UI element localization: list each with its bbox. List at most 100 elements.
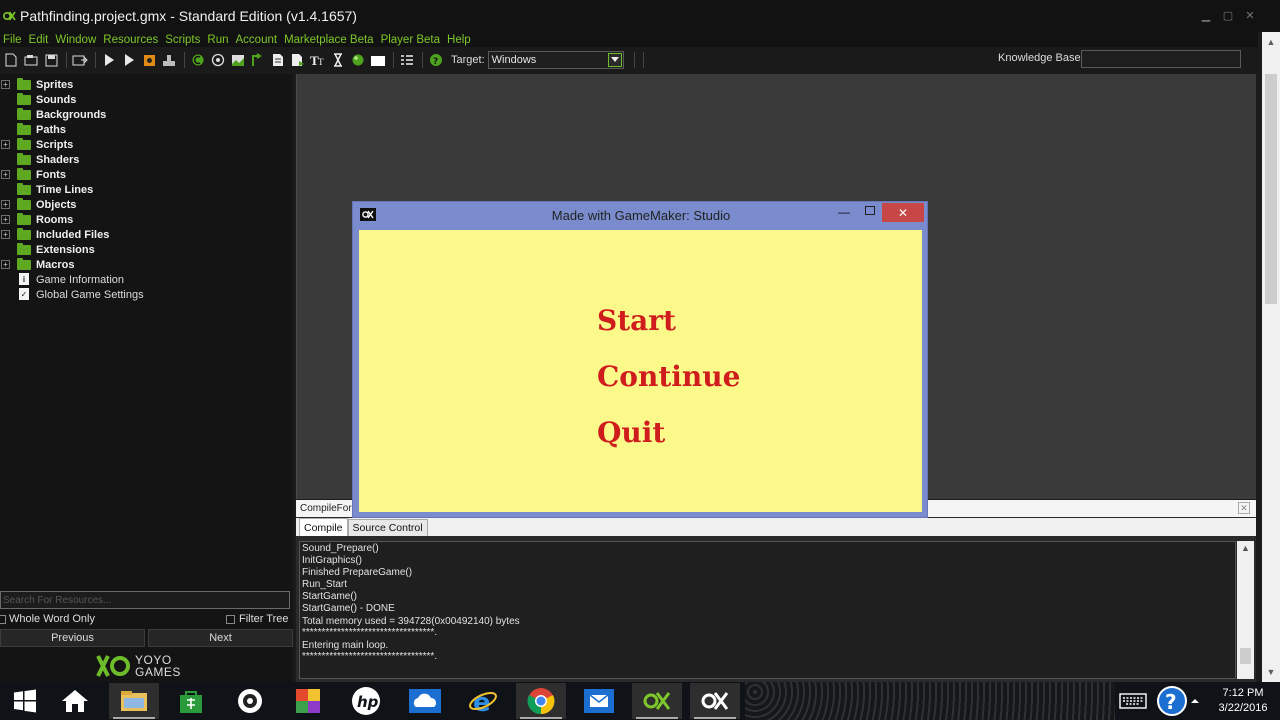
menu-account[interactable]: Account	[236, 34, 278, 46]
scroll-thumb[interactable]	[1240, 648, 1251, 664]
menu-file[interactable]: File	[3, 34, 22, 46]
expand-icon[interactable]: +	[1, 140, 10, 149]
show-hidden-icons[interactable]	[1186, 683, 1204, 719]
tab-compile[interactable]: Compile	[299, 518, 348, 536]
taskbar-onedrive[interactable]	[400, 683, 450, 719]
save-project-icon[interactable]	[42, 51, 60, 69]
create-font-icon[interactable]: TT	[309, 51, 327, 69]
maximize-icon[interactable]	[865, 206, 875, 215]
log-line: StartGame() - DONE	[302, 603, 395, 615]
toolbar-separator	[66, 52, 67, 68]
expand-icon[interactable]: +	[1, 230, 10, 239]
taskbar-chrome[interactable]	[516, 683, 566, 719]
create-room-icon[interactable]	[369, 51, 387, 69]
main-vertical-scrollbar[interactable]: ▲ ▼	[1262, 32, 1280, 682]
create-path-icon[interactable]	[249, 51, 267, 69]
run-icon[interactable]	[100, 51, 118, 69]
store-icon	[180, 691, 202, 713]
taskbar-photos[interactable]	[283, 683, 333, 719]
folder-icon	[17, 153, 31, 165]
compile-panel-title: CompileFor	[300, 503, 352, 514]
taskbar-internet-explorer[interactable]: e	[458, 683, 508, 719]
new-project-icon[interactable]	[2, 51, 20, 69]
game-canvas[interactable]: Start Continue Quit	[359, 230, 922, 512]
menu-marketplace-beta[interactable]: Marketplace Beta	[284, 34, 374, 46]
checkbox-icon[interactable]	[0, 614, 6, 624]
compile-log-scrollbar[interactable]: ▲	[1237, 541, 1254, 679]
scroll-down-icon[interactable]: ▼	[1262, 664, 1280, 680]
expand-icon[interactable]: +	[1, 260, 10, 269]
minimize-icon[interactable]: —	[838, 205, 850, 219]
debug-run-icon[interactable]	[120, 51, 138, 69]
game-information-icon[interactable]	[398, 51, 416, 69]
create-object-icon[interactable]	[349, 51, 367, 69]
menu-window[interactable]: Window	[55, 34, 96, 46]
expand-icon[interactable]: +	[1, 200, 10, 209]
menu-run[interactable]: Run	[207, 34, 228, 46]
create-sprite-icon[interactable]	[189, 51, 207, 69]
checkbox-icon[interactable]	[226, 614, 235, 624]
taskbar-touch-keyboard[interactable]	[1111, 683, 1155, 719]
expand-icon[interactable]: +	[1, 80, 10, 89]
help-icon: ?	[1157, 686, 1187, 716]
clock-date: 3/22/2016	[1218, 702, 1268, 714]
create-shader-icon[interactable]	[289, 51, 307, 69]
log-line: StartGame()	[302, 591, 358, 603]
menu-scripts[interactable]: Scripts	[165, 34, 200, 46]
menu-help[interactable]: Help	[447, 34, 471, 46]
filter-tree-checkbox[interactable]: Filter Tree	[226, 613, 289, 625]
export-icon[interactable]	[71, 51, 89, 69]
taskbar-mail[interactable]	[574, 683, 624, 719]
expand-icon[interactable]: +	[1, 170, 10, 179]
menu-edit[interactable]: Edit	[29, 34, 49, 46]
folder-icon	[121, 691, 147, 711]
menu-option-quit[interactable]: Quit	[597, 416, 665, 449]
close-icon[interactable]: ✕	[882, 203, 924, 222]
next-button[interactable]: Next	[148, 629, 293, 647]
internet-explorer-icon: e	[469, 688, 497, 716]
target-select[interactable]: Windows	[487, 51, 624, 69]
menu-resources[interactable]: Resources	[103, 34, 158, 46]
close-icon[interactable]: ✕	[1238, 502, 1250, 514]
chevron-down-icon[interactable]	[607, 53, 622, 67]
scroll-thumb[interactable]	[1265, 74, 1277, 304]
search-resources-input[interactable]: Search For Resources...	[0, 591, 290, 609]
maximize-icon[interactable]: ▢	[1220, 8, 1236, 22]
scroll-up-icon[interactable]: ▲	[1262, 34, 1280, 50]
log-line: InitGraphics()	[302, 555, 363, 567]
scroll-up-icon[interactable]: ▲	[1237, 543, 1254, 553]
keyboard-icon	[1119, 693, 1147, 709]
create-background-icon[interactable]	[229, 51, 247, 69]
start-button[interactable]	[0, 683, 50, 719]
knowledge-base-input[interactable]	[1081, 50, 1241, 68]
close-icon[interactable]: ✕	[1242, 8, 1258, 22]
expand-icon[interactable]: +	[1, 215, 10, 224]
create-timeline-icon[interactable]	[329, 51, 347, 69]
create-script-icon[interactable]	[269, 51, 287, 69]
help-icon[interactable]: ?	[427, 51, 445, 69]
taskbar-gamemaker[interactable]	[632, 683, 682, 719]
target-label: Target:	[451, 54, 485, 66]
whole-word-only-checkbox[interactable]: Whole Word Only	[0, 613, 95, 625]
taskbar-home[interactable]	[50, 683, 100, 719]
taskbar-camera[interactable]	[225, 683, 275, 719]
tree-item-label: Sounds	[36, 93, 77, 106]
resource-panel: + Sprites Sounds Backgrounds Paths + Scrip…	[0, 74, 293, 682]
menu-player-beta[interactable]: Player Beta	[381, 34, 440, 46]
tab-source-control[interactable]: Source Control	[347, 519, 428, 536]
open-project-icon[interactable]	[22, 51, 40, 69]
svg-text:T: T	[318, 57, 324, 67]
taskbar-hp[interactable]: hp	[341, 683, 391, 719]
menu-option-continue[interactable]: Continue	[597, 360, 740, 393]
taskbar-gamemaker-runner[interactable]	[690, 683, 740, 719]
taskbar-clock[interactable]: 7:12 PM 3/22/2016	[1212, 686, 1274, 716]
previous-button[interactable]: Previous	[0, 629, 145, 647]
taskbar-file-explorer[interactable]	[109, 683, 159, 719]
chrome-icon	[527, 688, 555, 715]
clean-icon[interactable]	[160, 51, 178, 69]
minimize-icon[interactable]: ▁	[1198, 8, 1214, 22]
taskbar-store[interactable]	[166, 683, 216, 719]
create-sound-icon[interactable]	[209, 51, 227, 69]
stop-icon[interactable]	[140, 51, 158, 69]
menu-option-start[interactable]: Start	[597, 304, 676, 337]
